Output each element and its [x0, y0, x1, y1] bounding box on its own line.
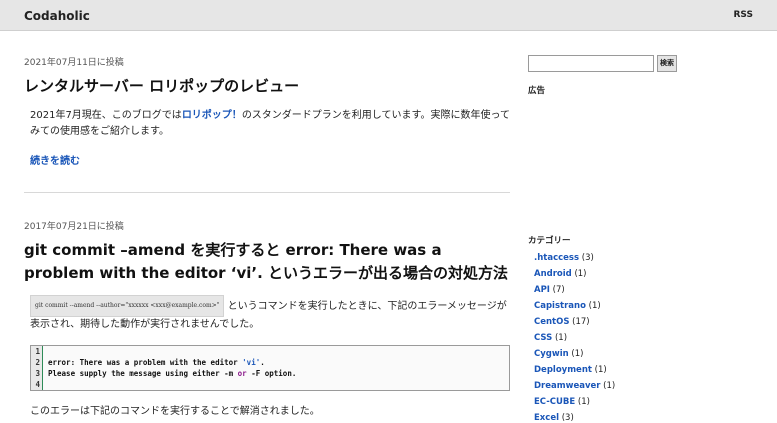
excerpt-text: 2021年7月現在、このブログでは [30, 110, 182, 121]
category-link[interactable]: Cygwin [534, 349, 569, 359]
category-count: (1) [591, 365, 607, 375]
post-lolipop: 2021年07月11日に投稿 レンタルサーバー ロリポップのレビュー 2021年… [24, 55, 510, 168]
category-link[interactable]: EC-CUBE [534, 397, 575, 407]
category-item: Excel (3) [534, 412, 615, 423]
line-number: 1 [31, 346, 43, 357]
code-block: 1 2 error: There was a problem with the … [30, 345, 510, 391]
lolipop-link[interactable]: ロリポップ！ [182, 110, 242, 121]
rss-link[interactable]: RSS [734, 10, 754, 20]
category-link[interactable]: CentOS [534, 317, 569, 327]
category-item: Deployment (1) [534, 364, 615, 380]
post-date: 2017年07月21日に投稿 [24, 222, 124, 232]
category-count: (7) [549, 285, 565, 295]
category-item: .htaccess (3) [534, 252, 615, 268]
category-link[interactable]: Capistrano [534, 301, 586, 311]
inline-code: git commit --amend --author="xxxxxx <xxx… [30, 295, 225, 317]
code-token: Please supply the message using either -… [48, 369, 238, 378]
code-line: 2 error: There was a problem with the ed… [31, 357, 509, 368]
line-number: 4 [31, 379, 43, 390]
code-token: -F option. [246, 369, 297, 378]
search-input[interactable] [528, 55, 654, 72]
post-divider [24, 192, 510, 193]
category-item: Capistrano (1) [534, 300, 615, 316]
post-title-link[interactable]: レンタルサーバー ロリポップのレビュー [24, 75, 510, 98]
category-count: (1) [571, 269, 587, 279]
category-count: (1) [585, 301, 601, 311]
category-count: (3) [559, 413, 574, 423]
code-keyword: or [237, 369, 247, 378]
post-excerpt: 2021年7月現在、このブログではロリポップ！のスタンダードプランを利用していま… [24, 108, 510, 140]
line-number: 3 [31, 368, 43, 379]
category-item: Dreamweaver (1) [534, 380, 615, 396]
ad-heading: 広告 [528, 86, 546, 96]
category-link[interactable]: .htaccess [534, 253, 579, 263]
code-string: 'vi' [242, 358, 261, 367]
category-link[interactable]: API [534, 285, 550, 295]
post-git-amend: 2017年07月21日に投稿 git commit –amend を実行すると … [24, 219, 510, 420]
category-list: .htaccess (3) Android (1) API (7) Capist… [534, 252, 615, 423]
category-item: CentOS (17) [534, 316, 615, 332]
code-line: 4 [31, 379, 509, 390]
category-count: (1) [575, 397, 590, 407]
category-link[interactable]: Excel [534, 413, 559, 423]
category-item: API (7) [534, 284, 615, 300]
post-date: 2021年07月11日に投稿 [24, 58, 124, 68]
code-token: . [260, 358, 265, 367]
main-content: 2021年07月11日に投稿 レンタルサーバー ロリポップのレビュー 2021年… [24, 55, 510, 420]
category-link[interactable]: Android [534, 269, 572, 279]
category-item: EC-CUBE (1) [534, 396, 615, 412]
category-count: (1) [600, 381, 616, 391]
category-link[interactable]: Deployment [534, 365, 592, 375]
code-line: 1 [31, 346, 509, 357]
code-text: Please supply the message using either -… [48, 368, 296, 379]
category-count: (17) [569, 317, 590, 327]
categories-heading: カテゴリー [528, 236, 571, 246]
read-more-link[interactable]: 続きを読む [30, 152, 80, 167]
category-item: Android (1) [534, 268, 615, 284]
category-item: Cygwin (1) [534, 348, 615, 364]
category-count: (1) [568, 349, 584, 359]
post-title-link[interactable]: git commit –amend を実行すると error: There wa… [24, 239, 510, 285]
site-brand-link[interactable]: Codaholic [24, 9, 90, 23]
category-count: (3) [579, 253, 594, 263]
category-count: (1) [552, 333, 568, 343]
line-number: 2 [31, 357, 43, 368]
site-header: Codaholic RSS [0, 0, 777, 31]
post-intro: git commit --amend --author="xxxxxx <xxx… [24, 295, 510, 333]
code-text: error: There was a problem with the edit… [48, 357, 265, 368]
category-link[interactable]: CSS [534, 333, 552, 343]
code-token: error: There was a problem with the edit… [48, 358, 243, 367]
category-item: CSS (1) [534, 332, 615, 348]
post-paragraph: このエラーは下記のコマンドを実行することで解消されました。 [30, 406, 320, 417]
code-line: 3 Please supply the message using either… [31, 368, 509, 379]
category-link[interactable]: Dreamweaver [534, 381, 600, 391]
search-button[interactable]: 検索 [657, 55, 677, 72]
